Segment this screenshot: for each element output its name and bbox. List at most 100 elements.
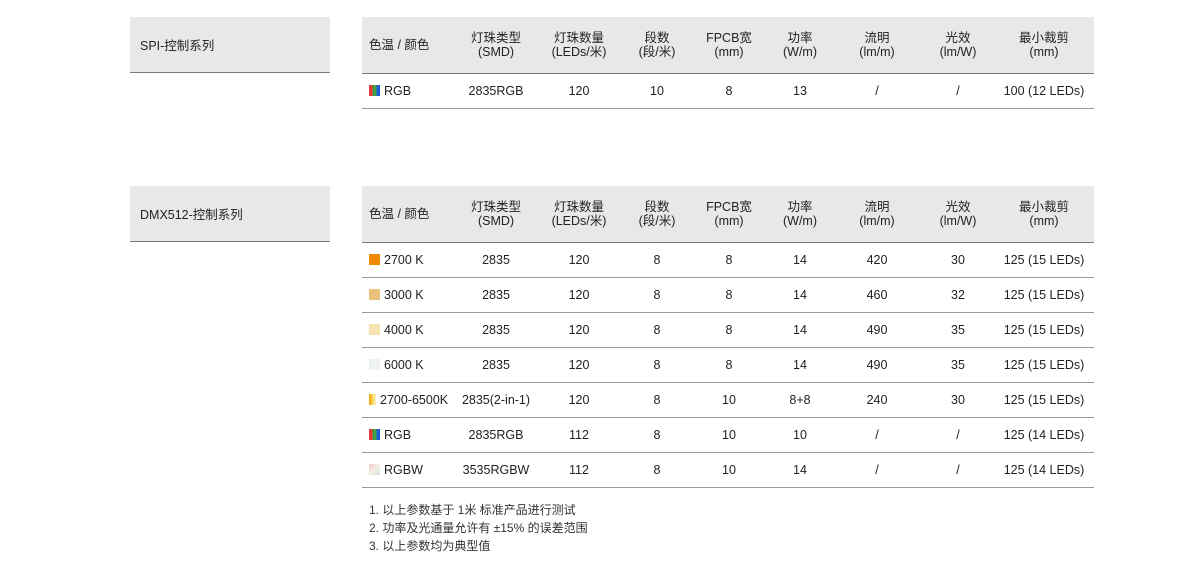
header-min-cut: 最小裁剪 (mm) [994, 186, 1094, 243]
cell-fpcb: 8 [690, 277, 768, 313]
dmx512-category-label: DMX512-控制系列 [130, 186, 330, 242]
cell-leds: 120 [534, 382, 624, 418]
color-swatch-icon [369, 324, 380, 335]
header-lumen: 流明 (lm/m) [832, 186, 922, 243]
cell-smd: 2835 [458, 347, 534, 383]
cell-efficacy: / [922, 417, 994, 453]
cell-power: 14 [768, 452, 832, 488]
cell-efficacy: 35 [922, 347, 994, 383]
cell-lumen: 240 [832, 382, 922, 418]
header-power: 功率 (W/m) [768, 186, 832, 243]
cell-leds: 120 [534, 277, 624, 313]
cell-fpcb: 8 [690, 73, 768, 109]
cell-min-cut: 125 (14 LEDs) [994, 417, 1094, 453]
cell-fpcb: 10 [690, 382, 768, 418]
cell-min-cut: 125 (15 LEDs) [994, 277, 1094, 313]
cell-fpcb: 8 [690, 312, 768, 348]
cell-color: 6000 K [362, 347, 458, 383]
cell-smd: 2835RGB [458, 73, 534, 109]
header-fpcb: FPCB宽 (mm) [690, 17, 768, 74]
rgb-swatch-icon [369, 85, 380, 96]
cell-segments: 8 [624, 312, 690, 348]
cell-leds: 120 [534, 347, 624, 383]
cell-power: 14 [768, 277, 832, 313]
cell-efficacy: 32 [922, 277, 994, 313]
table-row: RGB 2835RGB 120 10 8 13 / / 100 (12 LEDs… [362, 73, 1094, 109]
dmx512-spec-table: 色温 / 颜色 灯珠类型 (SMD) 灯珠数量 (LEDs/米) 段数 (段/米) F… [362, 186, 1094, 488]
cell-min-cut: 125 (15 LEDs) [994, 382, 1094, 418]
cell-efficacy: / [922, 73, 994, 109]
cell-smd: 2835(2-in-1) [458, 382, 534, 418]
cell-lumen: 460 [832, 277, 922, 313]
cell-color: 2700-6500K [362, 382, 458, 418]
cell-lumen: / [832, 452, 922, 488]
cell-efficacy: 30 [922, 382, 994, 418]
cell-efficacy: 30 [922, 242, 994, 278]
cell-color: 4000 K [362, 312, 458, 348]
cell-segments: 10 [624, 73, 690, 109]
header-fpcb: FPCB宽 (mm) [690, 186, 768, 243]
color-swatch-icon [369, 359, 380, 370]
spi-spec-table: 色温 / 颜色 灯珠类型 (SMD) 灯珠数量 (LEDs/米) 段数 (段/米) F… [362, 17, 1094, 109]
cell-power: 10 [768, 417, 832, 453]
cct-swatch-icon [369, 394, 376, 405]
footnote-item: 2. 功率及光通量允许有 ±15% 的误差范围 [369, 521, 588, 535]
cell-power: 8+8 [768, 382, 832, 418]
cell-min-cut: 125 (15 LEDs) [994, 347, 1094, 383]
cell-fpcb: 10 [690, 417, 768, 453]
cell-segments: 8 [624, 382, 690, 418]
cell-power: 13 [768, 73, 832, 109]
dmx512-table-body: 2700 K 2835 120 8 8 14 420 30 125 (15 LEDs) 3000 … [362, 242, 1094, 488]
cell-color: RGB [362, 417, 458, 453]
cell-min-cut: 100 (12 LEDs) [994, 73, 1094, 109]
rgb-swatch-icon [369, 429, 380, 440]
cell-segments: 8 [624, 417, 690, 453]
header-power: 功率 (W/m) [768, 17, 832, 74]
header-leds: 灯珠数量 (LEDs/米) [534, 17, 624, 74]
header-smd: 灯珠类型 (SMD) [458, 186, 534, 243]
cell-color: RGB [362, 73, 458, 109]
cell-lumen: 490 [832, 312, 922, 348]
cell-leds: 120 [534, 73, 624, 109]
cell-leds: 112 [534, 417, 624, 453]
cell-smd: 3535RGBW [458, 452, 534, 488]
header-lumen: 流明 (lm/m) [832, 17, 922, 74]
cell-color: RGBW [362, 452, 458, 488]
cell-color: 3000 K [362, 277, 458, 313]
cell-efficacy: 35 [922, 312, 994, 348]
footnote-item: 1. 以上参数基于 1米 标准产品进行测试 [369, 503, 576, 517]
header-min-cut: 最小裁剪 (mm) [994, 17, 1094, 74]
cell-power: 14 [768, 347, 832, 383]
header-smd: 灯珠类型 (SMD) [458, 17, 534, 74]
rgbw-swatch-icon [369, 464, 380, 475]
table-row: 4000 K 2835 120 8 8 14 490 35 125 (15 LEDs) [362, 312, 1094, 348]
cell-leds: 120 [534, 312, 624, 348]
header-color: 色温 / 颜色 [362, 17, 458, 74]
cell-fpcb: 10 [690, 452, 768, 488]
cell-min-cut: 125 (15 LEDs) [994, 242, 1094, 278]
cell-smd: 2835 [458, 242, 534, 278]
cell-color: 2700 K [362, 242, 458, 278]
cell-lumen: / [832, 73, 922, 109]
cell-fpcb: 8 [690, 242, 768, 278]
cell-segments: 8 [624, 452, 690, 488]
footnote-item: 3. 以上参数均为典型值 [369, 539, 491, 553]
header-leds: 灯珠数量 (LEDs/米) [534, 186, 624, 243]
table-row: 6000 K 2835 120 8 8 14 490 35 125 (15 LEDs) [362, 347, 1094, 383]
table-header-row: 色温 / 颜色 灯珠类型 (SMD) 灯珠数量 (LEDs/米) 段数 (段/米) F… [362, 186, 1094, 243]
cell-leds: 120 [534, 242, 624, 278]
cell-lumen: / [832, 417, 922, 453]
color-swatch-icon [369, 254, 380, 265]
header-efficacy: 光效 (lm/W) [922, 17, 994, 74]
table-row: 2700 K 2835 120 8 8 14 420 30 125 (15 LEDs) [362, 242, 1094, 278]
table-row: RGB 2835RGB 112 8 10 10//125 (14 LEDs) [362, 417, 1094, 453]
cell-min-cut: 125 (15 LEDs) [994, 312, 1094, 348]
spi-category-label: SPI-控制系列 [130, 17, 330, 73]
cell-min-cut: 125 (14 LEDs) [994, 452, 1094, 488]
table-row: 3000 K 2835 120 8 8 14 460 32 125 (15 LEDs) [362, 277, 1094, 313]
cell-smd: 2835 [458, 312, 534, 348]
cell-smd: 2835 [458, 277, 534, 313]
header-efficacy: 光效 (lm/W) [922, 186, 994, 243]
footnotes: 1. 以上参数基于 1米 标准产品进行测试 2. 功率及光通量允许有 ±15% … [369, 501, 588, 555]
cell-leds: 112 [534, 452, 624, 488]
